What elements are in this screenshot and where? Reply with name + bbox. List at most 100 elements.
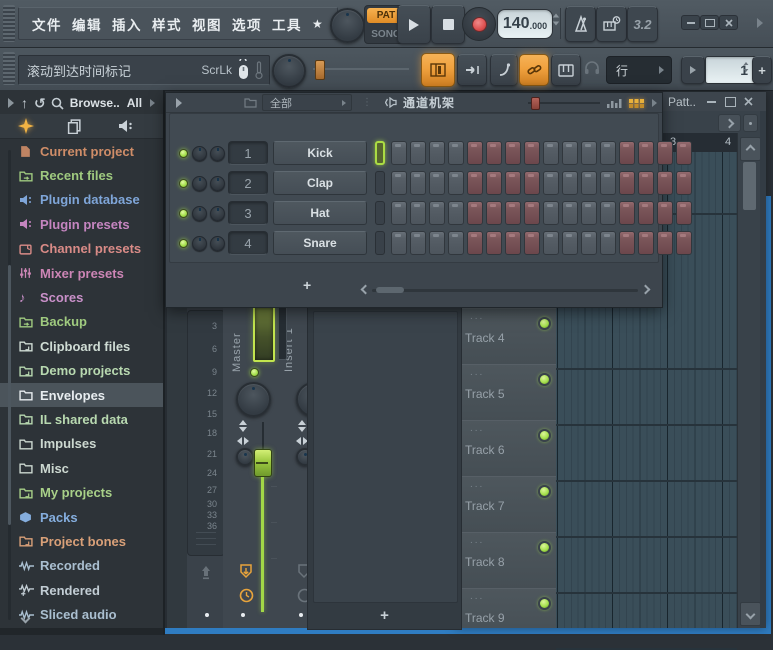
pattern-number-spinner[interactable] (742, 61, 750, 73)
browser-item-my-projects[interactable]: My projects (0, 480, 163, 504)
insert1-swap-vertical-icon[interactable] (298, 420, 306, 432)
rack-graph-editor-icon[interactable] (606, 98, 622, 108)
playlist-maximize-icon[interactable] (725, 97, 736, 107)
browser-item-mixer-presets[interactable]: Mixer presets (0, 261, 163, 285)
rack-scroll-left-icon[interactable] (361, 285, 371, 295)
browser-item-plugin-database[interactable]: Plugin database (0, 188, 163, 212)
browser-item-scores[interactable]: ♪Scores (0, 285, 163, 309)
channel-volume-knob[interactable] (210, 206, 225, 221)
menu-patterns[interactable]: 样式 (147, 14, 187, 34)
snap-selector[interactable]: 行 (606, 56, 672, 84)
step-button[interactable] (448, 231, 464, 255)
step-button[interactable] (581, 141, 597, 165)
step-button[interactable] (581, 201, 597, 225)
menu-view[interactable]: 视图 (187, 14, 227, 34)
track-menu-dots[interactable]: ... (470, 311, 484, 322)
step-button[interactable] (410, 171, 426, 195)
step-button[interactable] (562, 171, 578, 195)
menu-edit[interactable]: 编辑 (67, 14, 107, 34)
step-button[interactable] (581, 231, 597, 255)
main-volume-knob[interactable] (272, 54, 306, 88)
step-button[interactable] (543, 231, 559, 255)
step-button[interactable] (600, 201, 616, 225)
step-button[interactable] (676, 231, 692, 255)
countdown-button[interactable]: 3.2 (627, 6, 658, 42)
step-button[interactable] (467, 171, 483, 195)
step-button[interactable] (676, 171, 692, 195)
track-enable-led[interactable] (538, 429, 551, 442)
tempo-spinner[interactable] (552, 13, 560, 26)
step-button[interactable] (543, 201, 559, 225)
rack-hscrollbar-thumb[interactable] (376, 287, 404, 293)
step-button[interactable] (657, 171, 673, 195)
step-button[interactable] (524, 171, 540, 195)
track-enable-led[interactable] (538, 597, 551, 610)
step-button[interactable] (391, 231, 407, 255)
track-menu-dots[interactable]: ... (470, 591, 484, 602)
master-volume-fader[interactable] (254, 449, 272, 477)
step-button[interactable] (524, 231, 540, 255)
mixer-add-effect-button[interactable]: + (308, 607, 461, 624)
channel-pan-knob[interactable] (192, 236, 207, 251)
browser-item-impulses[interactable]: Impulses (0, 432, 163, 456)
step-button[interactable] (638, 141, 654, 165)
channel-mute-led[interactable] (179, 209, 188, 218)
browser-refresh-icon[interactable]: ↺ (34, 95, 46, 112)
step-button[interactable] (429, 201, 445, 225)
step-button[interactable] (543, 141, 559, 165)
track-enable-led[interactable] (538, 541, 551, 554)
insert1-dock-dot[interactable] (299, 613, 303, 617)
browser-item-backup[interactable]: Backup (0, 310, 163, 334)
channel-select-indicator[interactable] (375, 201, 385, 225)
step-button[interactable] (467, 141, 483, 165)
track-menu-dots[interactable]: ... (470, 479, 484, 490)
step-button[interactable] (467, 231, 483, 255)
channel-name-button[interactable]: Kick (273, 141, 367, 165)
playlist-track-header-track-6[interactable]: ...Track 6 (459, 420, 556, 478)
step-button[interactable] (448, 171, 464, 195)
step-button[interactable] (600, 141, 616, 165)
step-button[interactable] (429, 171, 445, 195)
swing-button[interactable] (490, 54, 518, 86)
menu-file[interactable]: 文件 (27, 14, 67, 34)
channel-volume-knob[interactable] (210, 236, 225, 251)
metronome-button[interactable] (565, 6, 596, 42)
step-button[interactable] (391, 201, 407, 225)
mixer-strip-insert1[interactable]: Insert 1 (279, 306, 308, 628)
channel-select-indicator[interactable] (375, 141, 385, 165)
browser-item-packs[interactable]: Packs (0, 505, 163, 529)
step-button[interactable] (581, 171, 597, 195)
step-button[interactable] (524, 141, 540, 165)
channel-pan-knob[interactable] (192, 146, 207, 161)
tempo-display[interactable]: 140.000 (497, 9, 553, 39)
playlist-scrollbar-thumb[interactable] (743, 162, 756, 210)
step-button[interactable] (638, 201, 654, 225)
playlist-minimize-icon[interactable] (707, 101, 716, 103)
rack-menu-arrow-icon[interactable] (176, 98, 182, 108)
track-menu-dots[interactable]: ... (470, 423, 484, 434)
channel-volume-knob[interactable] (210, 146, 225, 161)
browser-item-rendered[interactable]: Rendered (0, 578, 163, 602)
master-pan-knob[interactable] (236, 382, 271, 417)
master-arm-disk-icon[interactable] (239, 564, 253, 580)
step-button[interactable] (619, 231, 635, 255)
browser-search-icon[interactable] (51, 97, 64, 110)
toolbar-grip-handle[interactable] (3, 5, 15, 42)
step-button[interactable] (391, 171, 407, 195)
channel-name-button[interactable]: Clap (273, 171, 367, 195)
browser-tab-smart-find-icon[interactable] (18, 118, 34, 134)
step-button[interactable] (543, 171, 559, 195)
step-button[interactable] (486, 141, 502, 165)
track-enable-led[interactable] (538, 485, 551, 498)
link-to-controller-button[interactable] (519, 54, 549, 86)
step-button[interactable] (657, 141, 673, 165)
channel-mute-led[interactable] (179, 239, 188, 248)
step-button[interactable] (638, 171, 654, 195)
browser-item-current-project[interactable]: Current project (0, 139, 163, 163)
channel-select-indicator[interactable] (375, 231, 385, 255)
track-menu-dots[interactable]: ... (470, 367, 484, 378)
browser-item-misc[interactable]: Misc (0, 456, 163, 480)
master-latency-clock-icon[interactable] (239, 588, 254, 603)
playlist-vscrollbar[interactable] (737, 133, 761, 628)
playlist-track-header-track-9[interactable]: ...Track 9 (459, 588, 556, 628)
